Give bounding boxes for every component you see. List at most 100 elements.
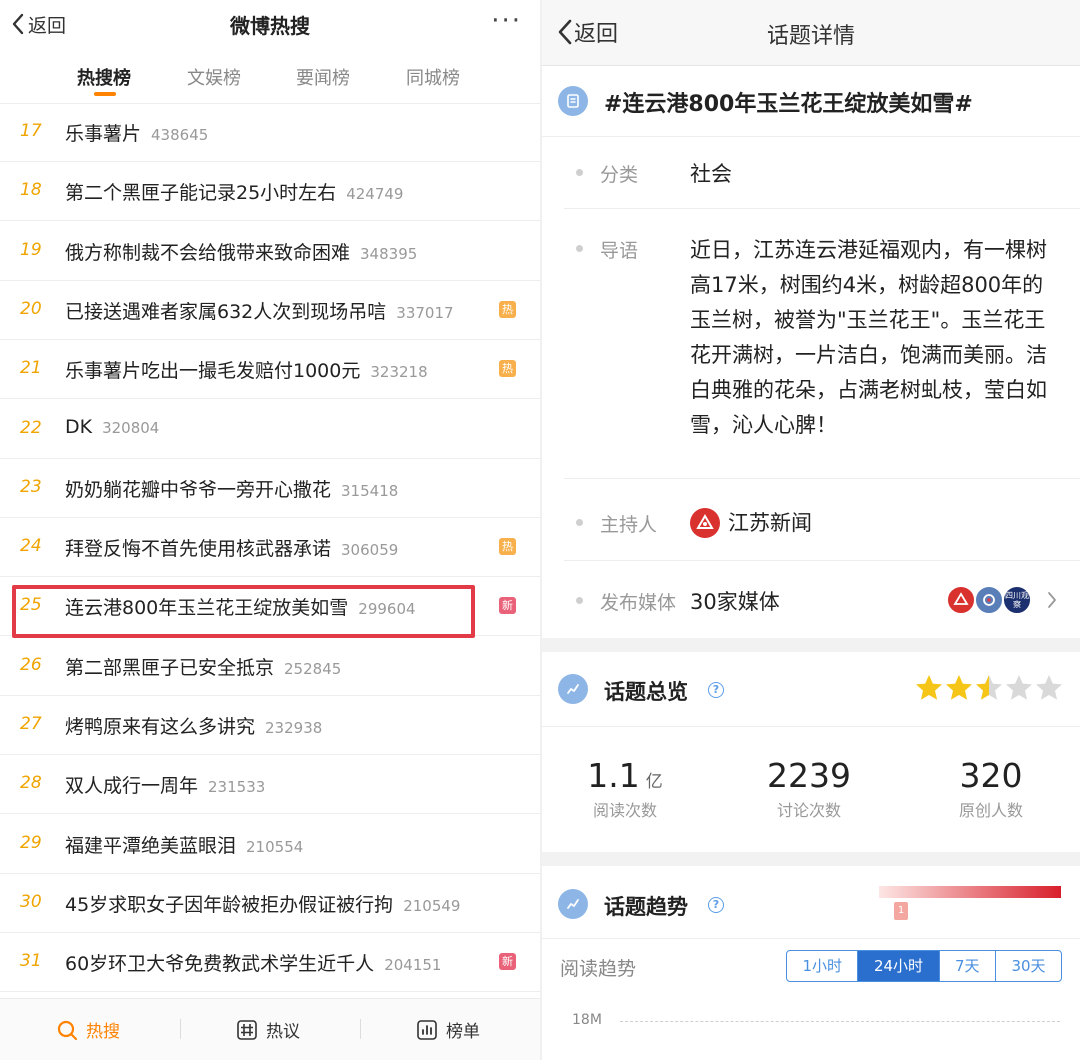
range-7-days[interactable]: 7天 [940, 951, 996, 981]
nav-rankings[interactable]: 榜单 [416, 1017, 480, 1042]
original-authors-value: 320 [959, 756, 1023, 795]
media-label: 发布媒体 [600, 592, 677, 614]
range-24-hours[interactable]: 24小时 [858, 951, 940, 981]
hot-search-title: 第二部黑匣子已安全抵京 [65, 656, 275, 679]
topic-detail-panel: 返回 话题详情 #连云港800年玉兰花王绽放美如雪# 分类 社会 导语 近日，江… [542, 0, 1080, 1060]
hot-search-title-line: 烤鸭原来有这么多讲究 232938 [65, 712, 322, 739]
page-title: 微博热搜 [230, 14, 310, 38]
rank-number: 17 [20, 121, 42, 141]
intro-text: 近日，江苏连云港延福观内，有一棵树高17米，树围约4米，树龄超800年的玉兰树，… [690, 238, 1047, 437]
category-value: 社会 [690, 162, 732, 186]
topic-title-row: #连云港800年玉兰花王绽放美如雪# [542, 66, 1080, 136]
nav-hot-search[interactable]: 热搜 [56, 1017, 120, 1042]
read-count-unit: 亿 [645, 772, 663, 792]
hot-search-title-line: 乐事薯片吃出一撮毛发赔付1000元 323218 [65, 356, 428, 383]
hot-search-item[interactable]: 23 奶奶躺花瓣中爷爷一旁开心撒花 315418 [0, 459, 540, 518]
original-authors-label: 原创人数 [958, 801, 1023, 820]
new-badge: 新 [499, 953, 516, 971]
hot-search-item[interactable]: 30 45岁求职女子因年龄被拒办假证被行拘 210549 [0, 874, 540, 933]
heat-count: 210554 [246, 837, 304, 856]
hot-search-title-line: DK 320804 [65, 416, 159, 438]
hot-search-item[interactable]: 26 第二部黑匣子已安全抵京 252845 [0, 637, 540, 696]
bullet-dot [576, 169, 583, 176]
heat-count: 231533 [208, 778, 266, 797]
category-label: 分类 [600, 164, 639, 186]
range-1-hour[interactable]: 1小时 [787, 951, 859, 981]
hot-search-title: 乐事薯片吃出一撮毛发赔付1000元 [65, 360, 361, 383]
heat-count: 438645 [151, 126, 209, 144]
hot-search-item[interactable]: 29 福建平潭绝美蓝眼泪 210554 [0, 815, 540, 874]
page-title: 话题详情 [766, 24, 855, 49]
rank-number: 28 [20, 773, 42, 794]
heat-count: 424749 [346, 185, 404, 204]
star-empty-icon [1036, 675, 1062, 700]
hashtag-icon [236, 1019, 258, 1041]
tab-news[interactable]: 要闻榜 [296, 64, 350, 90]
hot-search-title-line: 乐事薯片 438645 [65, 119, 208, 146]
heat-count: 323218 [370, 363, 428, 382]
media-logo-icon [946, 585, 976, 615]
hot-search-item[interactable]: 21 乐事薯片吃出一撮毛发赔付1000元 323218 热 [0, 340, 540, 400]
star-filled-icon [946, 675, 972, 700]
hot-search-title-line: 双人成行一周年 231533 [65, 771, 265, 798]
divider [542, 726, 1080, 727]
nav-discussion[interactable]: 热议 [236, 1017, 300, 1042]
trend-heat-bar [879, 886, 1061, 898]
nav-discussion-label: 热议 [266, 1022, 300, 1042]
new-badge: 新 [499, 597, 516, 615]
bullet-dot [576, 245, 583, 252]
hot-search-item[interactable]: 28 双人成行一周年 231533 [0, 755, 540, 815]
topic-rating [914, 673, 1064, 703]
tab-local[interactable]: 同城榜 [406, 64, 460, 90]
tab-hot-search[interactable]: 热搜榜 [77, 64, 131, 90]
hot-search-item[interactable]: 22 DK 320804 [0, 400, 540, 459]
host-name[interactable]: 江苏新闻 [728, 507, 812, 537]
rank-number: 31 [20, 951, 42, 972]
y-axis-tick: 18M [572, 1012, 602, 1028]
hot-search-item[interactable]: 20 已接送遇难者家属632人次到现场吊唁 337017 热 [0, 281, 540, 340]
nav-hot-search-label: 热搜 [86, 1022, 120, 1042]
media-logos[interactable]: 四川观察 [946, 585, 1038, 615]
hot-search-title: 奶奶躺花瓣中爷爷一旁开心撒花 [65, 478, 332, 501]
hot-search-item[interactable]: 31 60岁环卫大爷免费教武术学生近千人 204151 新 [0, 933, 540, 993]
hot-search-title-line: 第二个黑匣子能记录25小时左右 424749 [65, 178, 403, 205]
nav-divider [360, 1019, 361, 1039]
jiangsu-news-logo-icon [690, 508, 720, 538]
heat-count: 232938 [265, 719, 323, 737]
trend-chart-icon [558, 889, 588, 919]
help-icon[interactable]: ? [708, 897, 724, 913]
hot-search-title-line: 第二部黑匣子已安全抵京 252845 [65, 653, 341, 680]
read-count-label: 阅读次数 [592, 801, 657, 820]
hot-search-title-line: 已接送遇难者家属632人次到现场吊唁 337017 [65, 297, 454, 324]
hot-search-item[interactable]: 24 拜登反悔不首先使用核武器承诺 306059 热 [0, 518, 540, 578]
hot-badge: 热 [499, 300, 516, 318]
hot-search-title: 第二个黑匣子能记录25小时左右 [65, 182, 337, 205]
bullet-dot [576, 519, 583, 526]
heat-level-marker: 1 [894, 902, 908, 920]
hot-search-item[interactable]: 19 俄方称制裁不会给俄带来致命困难 348395 [0, 222, 540, 281]
rank-number: 18 [20, 180, 42, 201]
divider [542, 938, 1080, 939]
hot-search-item[interactable]: 27 烤鸭原来有这么多讲究 232938 [0, 696, 540, 755]
section-separator [542, 852, 1080, 866]
discussion-count-label: 讨论次数 [776, 801, 841, 820]
hot-search-item[interactable]: 17 乐事薯片 438645 [0, 103, 540, 162]
sichuan-observe-logo-icon: 四川观察 [1002, 585, 1032, 615]
hot-search-title: 俄方称制裁不会给俄带来致命困难 [65, 241, 351, 264]
star-filled-icon [916, 675, 942, 700]
bullet-dot [576, 597, 583, 604]
hot-search-title: 45岁求职女子因年龄被拒办假证被行拘 [65, 893, 394, 916]
rank-number: 24 [20, 536, 42, 557]
more-options-icon[interactable]: ··· [491, 6, 522, 36]
help-icon[interactable]: ? [708, 682, 724, 698]
heat-count: 306059 [341, 541, 399, 560]
tab-entertainment[interactable]: 文娱榜 [187, 64, 241, 90]
hot-search-item[interactable]: 18 第二个黑匣子能记录25小时左右 424749 [0, 162, 540, 222]
heat-count: 210549 [403, 896, 461, 915]
heat-count: 348395 [360, 244, 418, 263]
chevron-right-icon[interactable] [1046, 590, 1058, 610]
hot-search-title: DK [65, 415, 93, 438]
hot-search-title-line: 60岁环卫大爷免费教武术学生近千人 204151 [65, 949, 441, 976]
discussion-count-value: 2239 [767, 756, 851, 795]
range-30-days[interactable]: 30天 [996, 951, 1061, 981]
